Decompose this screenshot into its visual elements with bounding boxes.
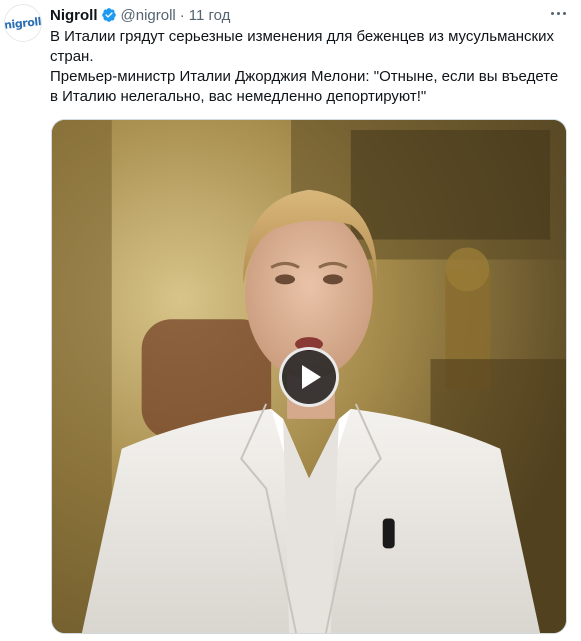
tweet-card[interactable]: nigroll Nigroll @nigroll · 11 год В Итал… [0,0,581,641]
play-icon [302,365,321,389]
tweet-text: В Италии грядут серьезные изменения для … [50,27,570,107]
more-options-button[interactable] [547,4,569,22]
more-dots-icon [550,11,554,15]
author-handle[interactable]: @nigroll [121,7,176,24]
play-button[interactable] [279,347,339,407]
author-name[interactable]: Nigroll [50,7,98,24]
video-player[interactable] [51,119,567,634]
tweet-header: Nigroll @nigroll · 11 год [50,4,230,26]
verified-badge-icon [101,7,117,23]
separator-dot: · [179,6,185,24]
avatar-logo-text: nigroll [4,14,42,32]
avatar[interactable]: nigroll [4,4,42,42]
tweet-text-line: Премьер-министр Италии Джорджия Мелони: … [50,68,559,105]
tweet-text-line: В Италии грядут серьезные изменения для … [50,28,554,65]
tweet-timestamp[interactable]: 11 год [189,7,231,24]
